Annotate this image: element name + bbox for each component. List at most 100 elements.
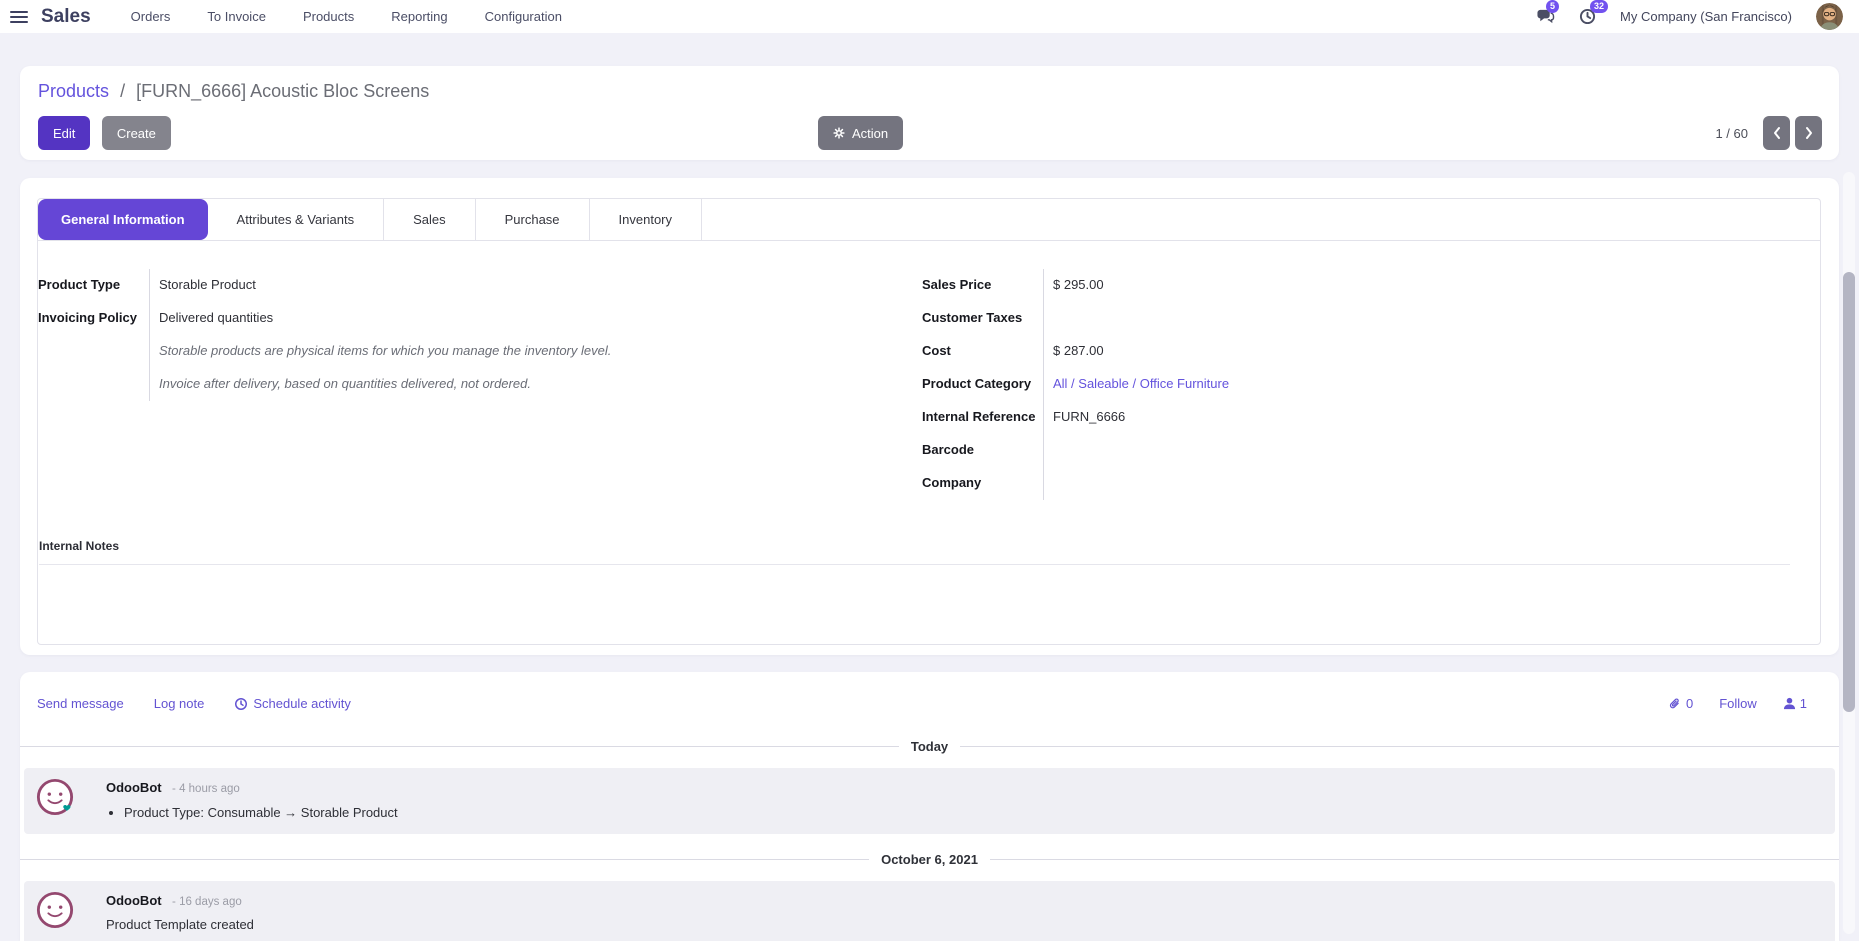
field-values: $ 295.00 $ 287.00 All / Saleable / Offic… [1043,269,1802,500]
schedule-activity-label: Schedule activity [253,696,351,711]
field-value-barcode [1044,434,1802,467]
message-author[interactable]: OdooBot [106,780,162,795]
chatter-message[interactable]: OdooBot - 16 days ago Product Template c… [24,881,1835,941]
scrollbar-thumb[interactable] [1843,272,1855,712]
divider-label: Today [911,739,948,754]
product-form: General Information Attributes & Variant… [20,178,1839,655]
attachments-count: 0 [1686,696,1693,711]
field-value-sales-price: $ 295.00 [1044,269,1802,302]
activities-badge: 32 [1590,0,1608,13]
top-navbar: Sales Orders To Invoice Products Reporti… [0,0,1859,33]
chatter-message[interactable]: OdooBot - 4 hours ago Product Type: Cons… [24,768,1835,834]
breadcrumb-separator: / [120,81,125,101]
tab-attributes-variants[interactable]: Attributes & Variants [208,199,385,240]
field-label-company: Company [922,467,1043,500]
tab-inventory[interactable]: Inventory [590,199,702,240]
menu-item-to-invoice[interactable]: To Invoice [207,9,266,24]
control-panel: Products / [FURN_6666] Acoustic Bloc Scr… [20,66,1839,160]
field-value-customer-taxes [1044,302,1802,335]
company-switcher[interactable]: My Company (San Francisco) [1620,9,1792,24]
messages-button[interactable]: 5 [1535,8,1555,25]
attachments-button[interactable]: 0 [1668,696,1693,711]
message-author[interactable]: OdooBot [106,893,162,908]
field-value-invoicing-policy: Delivered quantities [150,302,898,335]
form-content: Product Type Invoicing Policy Storable P… [38,241,1820,645]
field-values: Storable Product Delivered quantities St… [149,269,898,401]
message-timestamp: - 4 hours ago [172,783,240,795]
page: Sales Orders To Invoice Products Reporti… [0,0,1859,941]
field-value-product-type: Storable Product [150,269,898,302]
pager: 1 / 60 [1715,116,1822,150]
date-divider-today: Today [20,739,1839,754]
user-avatar-image [1816,3,1843,30]
chatter-actions: Send message Log note Schedule activity [37,696,351,711]
date-divider-october: October 6, 2021 [20,852,1839,867]
tab-purchase[interactable]: Purchase [476,199,590,240]
field-label-cost: Cost [922,335,1043,368]
tab-label: Sales [413,212,446,227]
messages-badge: 5 [1546,0,1559,13]
chatter-toolbar: Send message Log note Schedule activity … [20,672,1839,711]
help-text-storable: Storable products are physical items for… [150,335,898,368]
chatter: Send message Log note Schedule activity … [20,672,1839,941]
tab-label: General Information [61,212,185,227]
log-note-button[interactable]: Log note [154,696,205,711]
breadcrumb-products-link[interactable]: Products [38,81,109,101]
followers-button[interactable]: 1 [1783,696,1807,711]
app-name[interactable]: Sales [41,6,91,28]
field-label-invoicing-policy: Invoicing Policy [38,302,149,335]
menu-item-configuration[interactable]: Configuration [485,9,562,24]
field-labels: Product Type Invoicing Policy [38,269,149,401]
internal-notes-section: Internal Notes [39,537,1790,565]
tab-label: Attributes & Variants [237,212,355,227]
menu-item-orders[interactable]: Orders [131,9,171,24]
odoobot-avatar [36,778,74,816]
apps-menu-icon[interactable] [10,11,28,23]
pager-previous-button[interactable] [1763,116,1790,150]
field-value-cost: $ 287.00 [1044,335,1802,368]
navbar-left: Sales Orders To Invoice Products Reporti… [10,6,562,28]
field-group-left: Product Type Invoicing Policy Storable P… [38,269,898,401]
follow-button[interactable]: Follow [1719,696,1757,711]
send-message-button[interactable]: Send message [37,696,124,711]
field-label-customer-taxes: Customer Taxes [922,302,1043,335]
field-value-internal-reference: FURN_6666 [1044,401,1802,434]
main-menu: Orders To Invoice Products Reporting Con… [131,9,562,24]
tab-label: Inventory [619,212,672,227]
tab-label: Purchase [505,212,560,227]
chevron-right-icon [1804,126,1814,140]
navbar-right: 5 32 My Company (San Francisco) [1535,3,1843,30]
action-button-label: Action [852,126,888,141]
form-sheet: General Information Attributes & Variant… [37,198,1821,645]
field-value-company [1044,467,1802,500]
create-button[interactable]: Create [102,116,171,150]
action-button[interactable]: Action [818,116,903,150]
gear-icon [833,127,845,139]
activities-button[interactable]: 32 [1579,8,1596,25]
notebook-tabs: General Information Attributes & Variant… [38,199,1820,241]
pager-next-button[interactable] [1795,116,1822,150]
schedule-clock-icon [234,697,248,711]
odoobot-avatar [36,891,74,929]
followers-count: 1 [1800,696,1807,711]
menu-item-products[interactable]: Products [303,9,354,24]
schedule-activity-button[interactable]: Schedule activity [234,696,351,711]
product-category-link[interactable]: All / Saleable / Office Furniture [1053,376,1229,391]
internal-notes-label: Internal Notes [39,539,119,553]
follower-person-icon [1783,697,1796,710]
breadcrumb-current: [FURN_6666] Acoustic Bloc Screens [136,81,429,101]
help-text-invoice: Invoice after delivery, based on quantit… [150,368,898,401]
pager-count: 1 / 60 [1715,126,1748,141]
message-content: OdooBot - 4 hours ago Product Type: Cons… [106,779,1821,821]
divider-label: October 6, 2021 [881,852,978,867]
field-group-right: Sales Price Customer Taxes Cost Product … [922,269,1802,500]
field-label-product-category: Product Category [922,368,1043,401]
tab-general-information[interactable]: General Information [38,199,208,240]
tracking-change-line: Product Type: Consumable → Storable Prod… [124,804,1821,821]
menu-item-reporting[interactable]: Reporting [391,9,447,24]
paperclip-icon [1668,697,1682,711]
edit-button[interactable]: Edit [38,116,90,150]
tab-sales[interactable]: Sales [384,199,476,240]
user-avatar[interactable] [1816,3,1843,30]
chatter-meta: 0 Follow 1 [1668,696,1807,711]
